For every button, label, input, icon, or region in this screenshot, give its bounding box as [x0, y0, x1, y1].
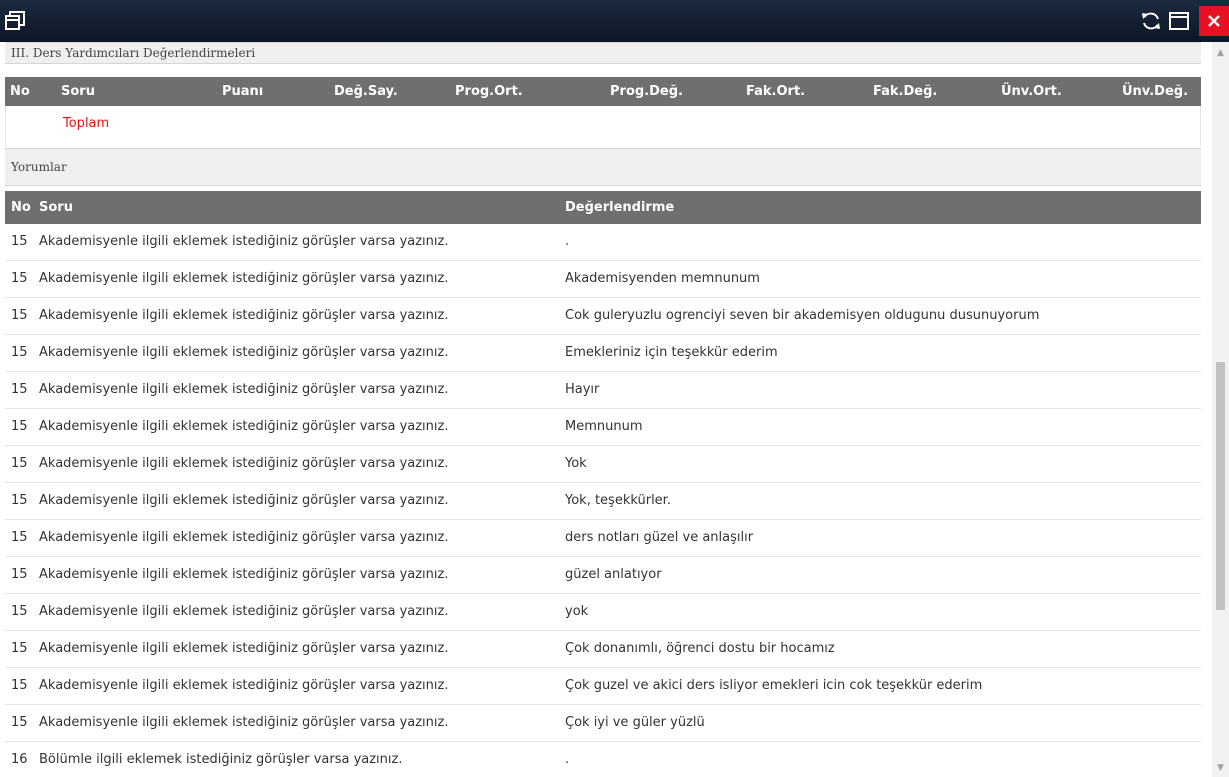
row-no: 15	[11, 493, 28, 508]
table-row[interactable]: 15 Akademisyenle ilgili eklemek istediği…	[5, 298, 1201, 335]
row-degerlendirme: Emekleriniz için teşekkür ederim	[565, 345, 778, 360]
row-soru: Akademisyenle ilgili eklemek istediğiniz…	[39, 678, 449, 693]
content-area: III. Ders Yardımcıları Değerlendirmeleri…	[0, 42, 1212, 777]
table-row[interactable]: 16 Bölümle ilgili eklemek istediğiniz gö…	[5, 742, 1201, 777]
col-prog-ort[interactable]: Prog.Ort.	[455, 84, 523, 99]
row-soru: Akademisyenle ilgili eklemek istediğiniz…	[39, 641, 449, 656]
col-unv-deg[interactable]: Ünv.Değ.	[1122, 84, 1188, 99]
row-no: 15	[11, 271, 28, 286]
scroll-up-arrow-icon[interactable]: ▲	[1212, 46, 1229, 60]
row-degerlendirme: güzel anlatıyor	[565, 567, 662, 582]
row-degerlendirme: Çok donanımlı, öğrenci dostu bir hocamız	[565, 641, 835, 656]
scrollbar-thumb[interactable]	[1216, 362, 1225, 610]
table-row[interactable]: 15 Akademisyenle ilgili eklemek istediği…	[5, 483, 1201, 520]
row-no: 15	[11, 419, 28, 434]
col-prog-deg[interactable]: Prog.Değ.	[610, 84, 683, 99]
row-degerlendirme: .	[565, 234, 570, 249]
col-fak-deg[interactable]: Fak.Değ.	[873, 84, 937, 99]
table-row[interactable]: 15 Akademisyenle ilgili eklemek istediği…	[5, 668, 1201, 705]
row-soru: Akademisyenle ilgili eklemek istediğiniz…	[39, 382, 449, 397]
table-row[interactable]: 15 Akademisyenle ilgili eklemek istediği…	[5, 335, 1201, 372]
row-no: 15	[11, 382, 28, 397]
row-degerlendirme: Akademisyenden memnunum	[565, 271, 760, 286]
window-titlebar	[0, 0, 1229, 42]
table-row[interactable]: 15 Akademisyenle ilgili eklemek istediği…	[5, 409, 1201, 446]
close-icon	[1208, 15, 1220, 27]
row-degerlendirme: ders notları güzel ve anlaşılır	[565, 530, 754, 545]
row-no: 15	[11, 641, 28, 656]
table-row[interactable]: 15 Akademisyenle ilgili eklemek istediği…	[5, 557, 1201, 594]
refresh-icon[interactable]	[1140, 10, 1162, 32]
window-restore-icon[interactable]	[4, 10, 26, 32]
col-puani[interactable]: Puanı	[222, 84, 263, 99]
comments-col-degerlendirme[interactable]: Değerlendirme	[565, 200, 674, 215]
row-soru: Akademisyenle ilgili eklemek istediğiniz…	[39, 604, 449, 619]
row-degerlendirme: Yok	[565, 456, 587, 471]
section3-title-text: III. Ders Yardımcıları Değerlendirmeleri	[11, 46, 256, 60]
table-row[interactable]: 15 Akademisyenle ilgili eklemek istediği…	[5, 261, 1201, 298]
row-degerlendirme: Çok iyi ve güler yüzlü	[565, 715, 705, 730]
row-degerlendirme: Yok, teşekkürler.	[565, 493, 671, 508]
table-row[interactable]: 15 Akademisyenle ilgili eklemek istediği…	[5, 594, 1201, 631]
table-row[interactable]: 15 Akademisyenle ilgili eklemek istediği…	[5, 224, 1201, 261]
comments-grid-header: No Soru Değerlendirme	[5, 191, 1201, 224]
col-fak-ort[interactable]: Fak.Ort.	[746, 84, 805, 99]
close-button[interactable]	[1199, 6, 1229, 36]
row-soru: Akademisyenle ilgili eklemek istediğiniz…	[39, 271, 449, 286]
table-row[interactable]: 15 Akademisyenle ilgili eklemek istediği…	[5, 631, 1201, 668]
row-soru: Akademisyenle ilgili eklemek istediğiniz…	[39, 715, 449, 730]
row-soru: Akademisyenle ilgili eklemek istediğiniz…	[39, 308, 449, 323]
row-soru: Akademisyenle ilgili eklemek istediğiniz…	[39, 456, 449, 471]
row-no: 15	[11, 604, 28, 619]
table-row[interactable]: 15 Akademisyenle ilgili eklemek istediği…	[5, 372, 1201, 409]
row-degerlendirme: Çok guzel ve akici ders isliyor emekleri…	[565, 678, 983, 693]
row-no: 15	[11, 234, 28, 249]
row-degerlendirme: yok	[565, 604, 589, 619]
section3-grid-header: No Soru Puanı Değ.Say. Prog.Ort. Prog.De…	[5, 77, 1201, 106]
total-label: Toplam	[63, 116, 110, 131]
table-row[interactable]: 15 Akademisyenle ilgili eklemek istediği…	[5, 446, 1201, 483]
row-degerlendirme: Memnunum	[565, 419, 643, 434]
col-deg-say[interactable]: Değ.Say.	[334, 84, 398, 99]
row-no: 15	[11, 678, 28, 693]
row-degerlendirme: Cok guleryuzlu ogrenciyi seven bir akade…	[565, 308, 1040, 323]
scroll-down-arrow-icon[interactable]: ▼	[1212, 761, 1229, 775]
row-no: 15	[11, 567, 28, 582]
total-row: Toplam	[5, 106, 1201, 146]
row-soru: Akademisyenle ilgili eklemek istediğiniz…	[39, 419, 449, 434]
row-soru: Akademisyenle ilgili eklemek istediğiniz…	[39, 345, 449, 360]
col-soru[interactable]: Soru	[61, 84, 95, 99]
row-soru: Akademisyenle ilgili eklemek istediğiniz…	[39, 530, 449, 545]
vertical-scrollbar[interactable]: ▲ ▼	[1212, 42, 1229, 777]
row-soru: Bölümle ilgili eklemek istediğiniz görüş…	[39, 752, 403, 767]
row-degerlendirme: .	[565, 752, 570, 767]
col-no[interactable]: No	[10, 84, 30, 99]
row-degerlendirme: Hayır	[565, 382, 600, 397]
comments-title-text: Yorumlar	[11, 160, 67, 174]
comments-col-soru[interactable]: Soru	[39, 200, 73, 215]
row-no: 15	[11, 715, 28, 730]
table-row[interactable]: 15 Akademisyenle ilgili eklemek istediği…	[5, 705, 1201, 742]
table-row[interactable]: 15 Akademisyenle ilgili eklemek istediği…	[5, 520, 1201, 557]
comments-col-no[interactable]: No	[11, 200, 31, 215]
maximize-icon[interactable]	[1168, 10, 1190, 32]
row-no: 15	[11, 530, 28, 545]
comments-title: Yorumlar	[5, 148, 1201, 186]
row-soru: Akademisyenle ilgili eklemek istediğiniz…	[39, 234, 449, 249]
row-soru: Akademisyenle ilgili eklemek istediğiniz…	[39, 493, 449, 508]
row-no: 15	[11, 456, 28, 471]
row-no: 15	[11, 345, 28, 360]
col-unv-ort[interactable]: Ünv.Ort.	[1001, 84, 1062, 99]
section3-title: III. Ders Yardımcıları Değerlendirmeleri	[5, 42, 1201, 64]
row-soru: Akademisyenle ilgili eklemek istediğiniz…	[39, 567, 449, 582]
row-no: 15	[11, 308, 28, 323]
row-no: 16	[11, 752, 28, 767]
